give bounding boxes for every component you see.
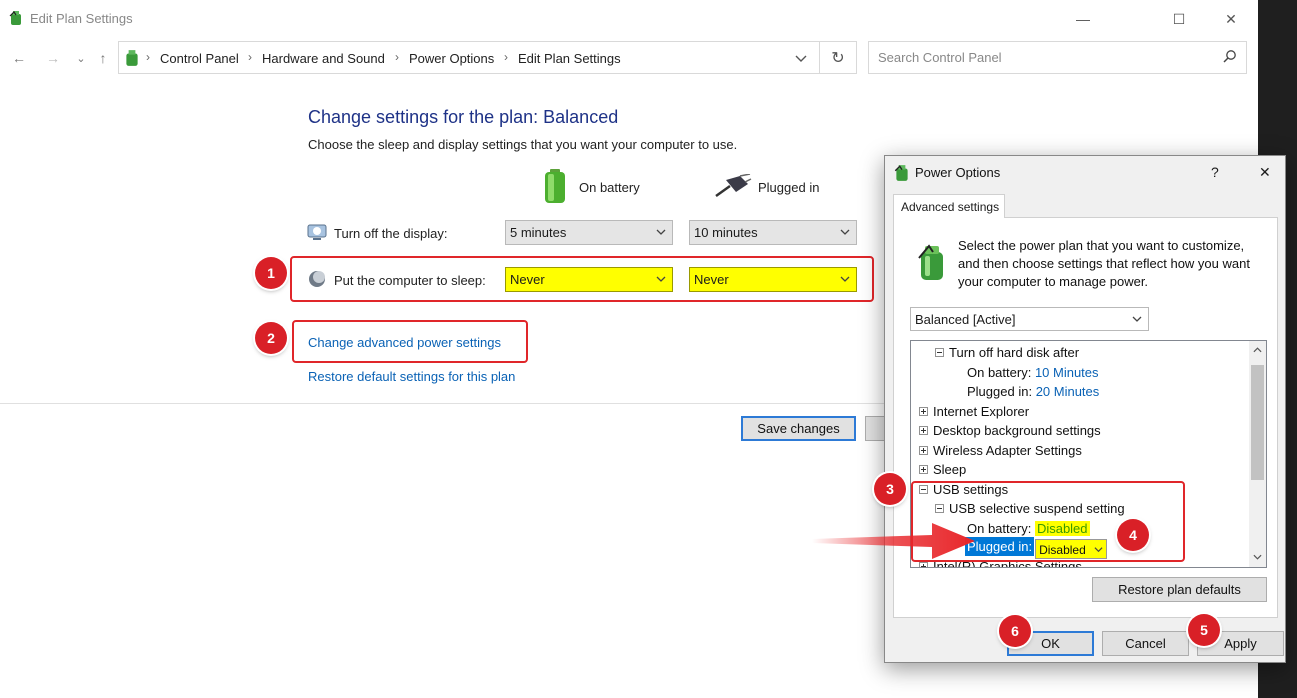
chevron-down-icon — [840, 229, 850, 235]
tree-item-label: Desktop background settings — [933, 423, 1101, 438]
chevron-down-icon — [1132, 316, 1142, 322]
power-options-dialog: Power Options ? ✕ Advanced settings Sele… — [884, 155, 1286, 663]
scroll-down-icon[interactable] — [1253, 553, 1262, 561]
chevron-down-icon[interactable] — [795, 54, 807, 64]
breadcrumb-separator-icon: › — [146, 50, 150, 64]
power-options-icon — [9, 11, 21, 25]
tab-advanced-settings[interactable]: Advanced settings — [893, 194, 1005, 218]
help-button[interactable]: ? — [1211, 164, 1219, 180]
expand-icon[interactable] — [919, 426, 928, 436]
tree-item-desktop-background[interactable]: Desktop background settings — [919, 423, 1101, 443]
display-battery-select[interactable]: 5 minutes — [505, 220, 673, 245]
step-badge-1: 1 — [255, 257, 287, 289]
tree-item-label: Plugged in: — [967, 384, 1033, 399]
breadcrumb-separator-icon: › — [395, 50, 399, 64]
search-icon[interactable] — [1222, 49, 1238, 65]
title-bar: Edit Plan Settings — ☐ ✕ — [0, 0, 1258, 38]
sleep-battery-select[interactable]: Never — [505, 267, 673, 292]
pointer-arrow-icon — [812, 523, 975, 559]
sleep-battery-value: Never — [510, 272, 545, 287]
tree-item-label: Wireless Adapter Settings — [933, 443, 1082, 458]
battery-icon — [545, 169, 565, 203]
on-battery-header: On battery — [579, 180, 640, 195]
control-panel-icon — [126, 50, 138, 66]
display-plugged-value: 10 minutes — [694, 225, 758, 240]
tree-item-wireless[interactable]: Wireless Adapter Settings — [919, 443, 1082, 463]
tree-item-hard-disk[interactable]: Turn off hard disk after — [935, 345, 1079, 365]
power-plan-select[interactable]: Balanced [Active] — [910, 307, 1149, 331]
change-advanced-power-settings-link[interactable]: Change advanced power settings — [308, 335, 501, 350]
power-plan-icon — [918, 244, 943, 280]
recent-locations-button[interactable]: ⌄ — [70, 48, 92, 68]
search-input[interactable]: Search Control Panel — [878, 50, 1002, 65]
tree-scrollbar[interactable] — [1249, 341, 1266, 567]
maximize-button[interactable]: ☐ — [1156, 4, 1202, 34]
tree-item-label: Sleep — [933, 462, 967, 477]
restore-default-settings-link[interactable]: Restore default settings for this plan — [308, 369, 515, 384]
collapse-icon[interactable] — [935, 348, 944, 358]
display-battery-value: 5 minutes — [510, 225, 567, 240]
step-badge-5: 5 — [1188, 614, 1220, 646]
sleep-label: Put the computer to sleep: — [334, 273, 486, 288]
page-subtitle: Choose the sleep and display settings th… — [308, 137, 738, 152]
up-button[interactable]: ↑ — [92, 48, 114, 68]
sleep-plugged-select[interactable]: Never — [689, 267, 857, 292]
tree-item-label: Turn off hard disk after — [949, 345, 1080, 360]
save-changes-button[interactable]: Save changes — [741, 416, 856, 441]
power-plan-value: Balanced [Active] — [915, 312, 1016, 327]
breadcrumb-separator-icon: › — [248, 50, 252, 64]
scroll-up-icon[interactable] — [1253, 346, 1262, 354]
page-title: Change settings for the plan: Balanced — [308, 107, 619, 127]
breadcrumb-separator-icon: › — [504, 50, 508, 64]
dialog-close-button[interactable]: ✕ — [1259, 164, 1271, 181]
search-box[interactable]: Search Control Panel — [868, 41, 1247, 74]
step-badge-4: 4 — [1117, 519, 1149, 551]
hd-battery-value[interactable]: 10 Minutes — [1035, 365, 1099, 380]
tree-item-sleep[interactable]: Sleep — [919, 462, 966, 482]
tree-item-hd-plugged[interactable]: Plugged in: 20 Minutes — [967, 384, 1099, 404]
expand-icon[interactable] — [919, 562, 928, 567]
restore-plan-defaults-button[interactable]: Restore plan defaults — [1092, 577, 1267, 602]
chevron-down-icon — [840, 276, 850, 282]
sleep-moon-icon — [309, 271, 325, 287]
turn-off-display-label: Turn off the display: — [334, 226, 448, 241]
scrollbar-thumb[interactable] — [1251, 365, 1264, 480]
dialog-cancel-button[interactable]: Cancel — [1102, 631, 1189, 656]
tree-item-label: On battery: — [967, 365, 1032, 380]
close-button[interactable]: ✕ — [1208, 4, 1254, 34]
step-badge-2: 2 — [255, 322, 287, 354]
plugged-in-header: Plugged in — [758, 180, 820, 195]
step-badge-3: 3 — [874, 473, 906, 505]
address-bar[interactable]: › Control Panel › Hardware and Sound › P… — [118, 41, 820, 74]
breadcrumb-control-panel[interactable]: Control Panel — [160, 51, 239, 66]
minimize-button[interactable]: — — [1060, 4, 1106, 34]
breadcrumb-power-options[interactable]: Power Options — [409, 51, 494, 66]
display-icon — [307, 224, 327, 240]
expand-icon[interactable] — [919, 446, 928, 456]
display-plugged-select[interactable]: 10 minutes — [689, 220, 857, 245]
expand-icon[interactable] — [919, 465, 928, 475]
dialog-title: Power Options — [915, 165, 1001, 180]
step-badge-6: 6 — [999, 615, 1031, 647]
tree-item-label: Internet Explorer — [933, 404, 1030, 419]
power-options-icon — [894, 165, 908, 181]
window-title: Edit Plan Settings — [30, 11, 133, 26]
power-plug-icon — [715, 174, 752, 198]
forward-button[interactable]: → — [42, 48, 64, 68]
chevron-down-icon — [656, 276, 666, 282]
refresh-button[interactable]: ↻ — [820, 41, 857, 74]
tree-item-internet-explorer[interactable]: Internet Explorer — [919, 404, 1029, 424]
back-button[interactable]: ← — [8, 48, 30, 68]
expand-icon[interactable] — [919, 407, 928, 417]
chevron-down-icon — [656, 229, 666, 235]
sleep-plugged-value: Never — [694, 272, 729, 287]
dialog-description: Select the power plan that you want to c… — [958, 238, 1250, 289]
hd-plugged-value[interactable]: 20 Minutes — [1036, 384, 1100, 399]
breadcrumb-edit-plan-settings[interactable]: Edit Plan Settings — [518, 51, 621, 66]
breadcrumb-hardware-and-sound[interactable]: Hardware and Sound — [262, 51, 385, 66]
tree-item-hd-battery[interactable]: On battery: 10 Minutes — [967, 365, 1099, 385]
